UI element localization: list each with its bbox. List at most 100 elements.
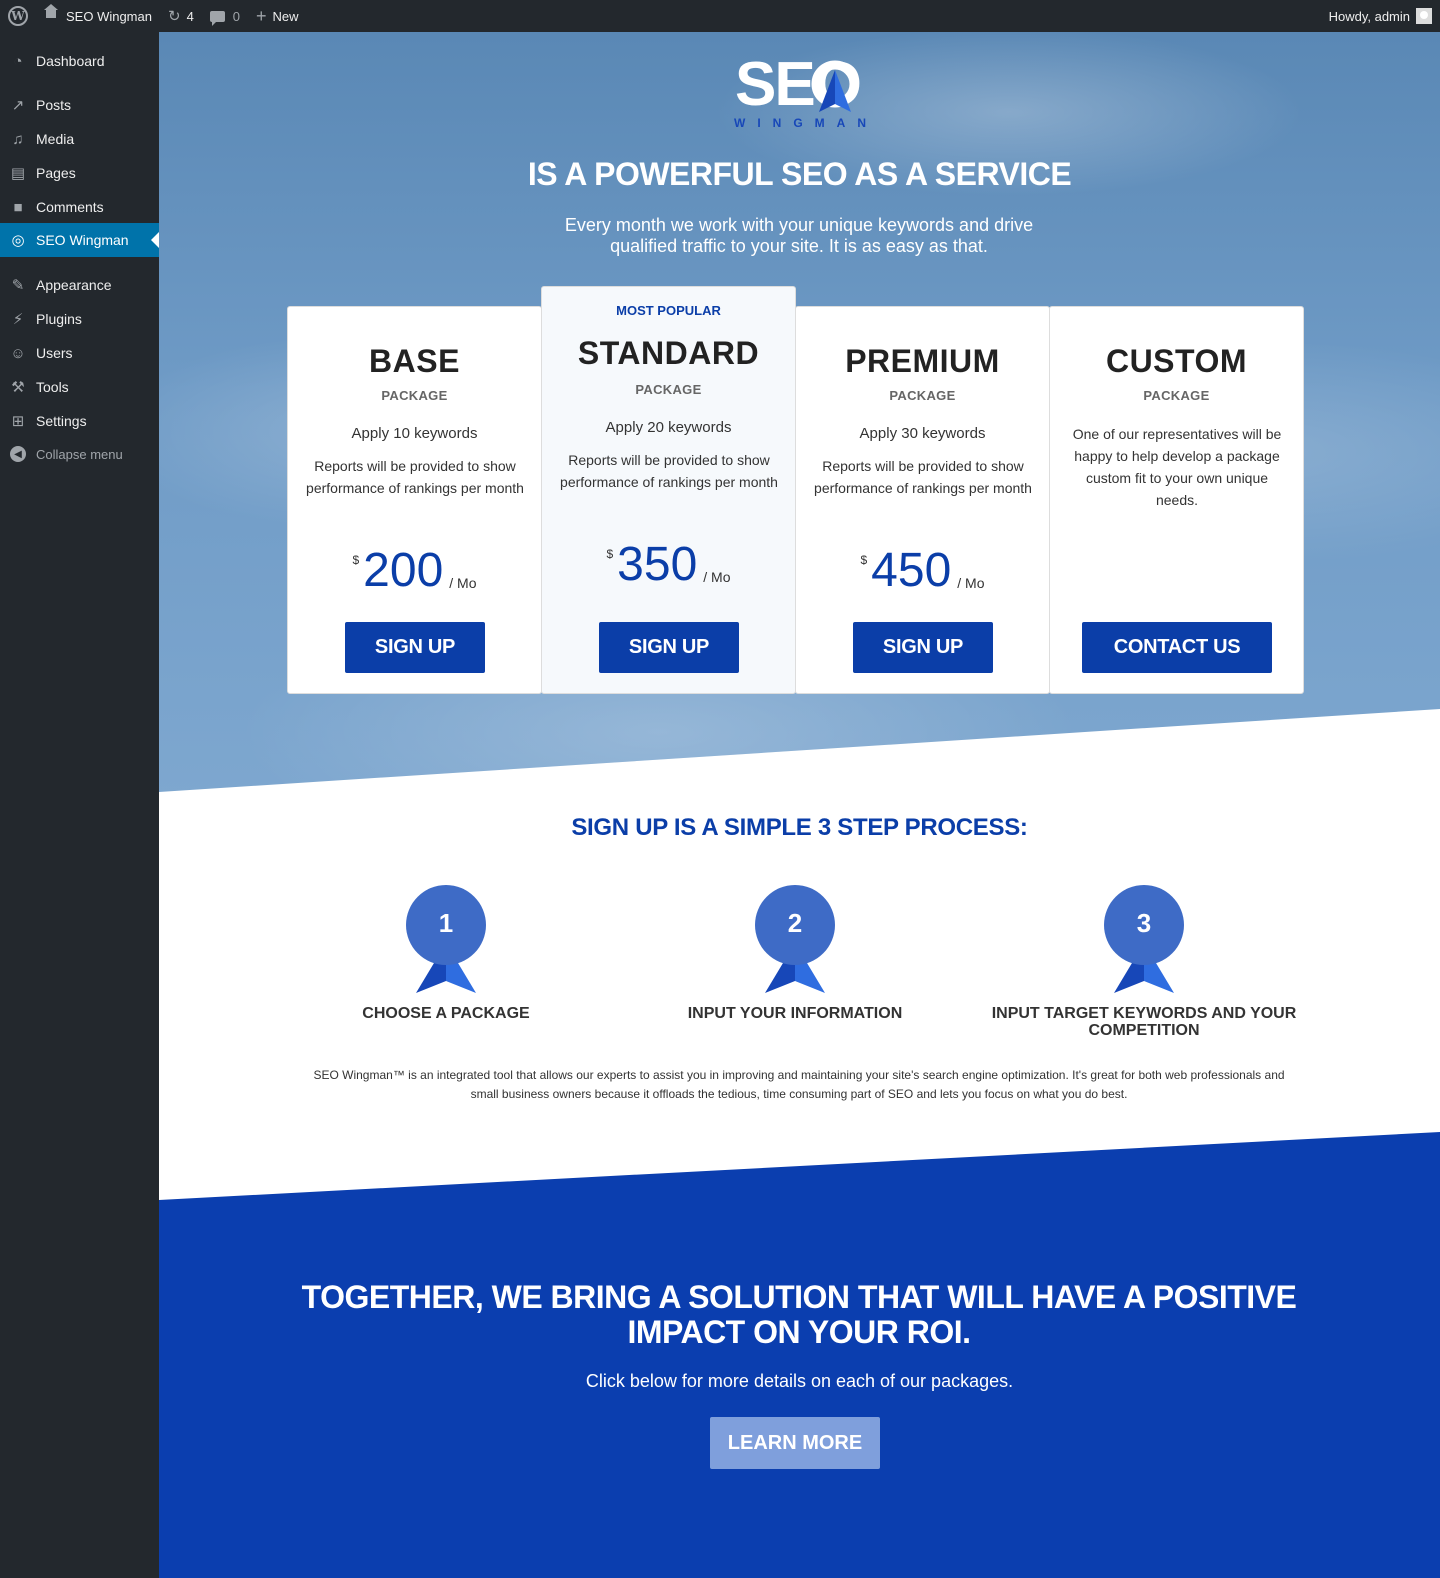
sidebar-item-label: Settings bbox=[36, 413, 87, 429]
step-label: INPUT YOUR INFORMATION bbox=[687, 1005, 903, 1022]
pricing-card-custom: CUSTOM PACKAGE One of our representative… bbox=[1049, 306, 1304, 694]
price-period: / Mo bbox=[449, 575, 477, 591]
sidebar-item-posts[interactable]: ↗ Posts bbox=[0, 88, 159, 122]
media-icon: ♫ bbox=[12, 130, 24, 148]
step-2: 2 INPUT YOUR INFORMATION bbox=[635, 885, 955, 1045]
plus-icon: + bbox=[256, 5, 267, 26]
pin-icon: ↗ bbox=[11, 97, 25, 114]
wrench-icon: ⚒ bbox=[11, 379, 25, 396]
user-icon: ☺ bbox=[10, 344, 26, 362]
package-label: PACKAGE bbox=[381, 388, 448, 403]
sidebar-item-dashboard[interactable]: ◔ Dashboard bbox=[0, 44, 159, 78]
comments-count: 0 bbox=[232, 8, 241, 24]
package-keywords: Apply 10 keywords bbox=[351, 425, 478, 442]
home-icon bbox=[44, 4, 58, 22]
updates-count: 4 bbox=[186, 8, 194, 24]
comments-link[interactable]: 0 bbox=[202, 0, 248, 32]
cta-title: TOGETHER, WE BRING A SOLUTION THAT WILL … bbox=[301, 1279, 1297, 1350]
sidebar-item-users[interactable]: ☺ Users bbox=[0, 336, 159, 370]
package-keywords: Apply 30 keywords bbox=[859, 425, 986, 442]
sidebar-item-media[interactable]: ♫ Media bbox=[0, 122, 159, 156]
sidebar-item-label: Appearance bbox=[36, 277, 112, 293]
my-account-link[interactable]: Howdy, admin bbox=[1321, 0, 1440, 32]
updates-icon: ↻ bbox=[167, 8, 181, 25]
package-label: PACKAGE bbox=[889, 388, 956, 403]
collapse-icon: ◀ bbox=[10, 446, 26, 462]
price-currency: $ bbox=[860, 553, 868, 567]
collapse-label: Collapse menu bbox=[36, 446, 123, 462]
comment-icon: ■ bbox=[13, 198, 23, 216]
sidebar-item-plugins[interactable]: ⚡ Plugins bbox=[0, 302, 159, 336]
sidebar-item-appearance[interactable]: ✎ Appearance bbox=[0, 268, 159, 302]
sign-up-button-premium[interactable]: SIGN UP bbox=[853, 622, 993, 673]
cta-subtitle: Click below for more details on each of … bbox=[585, 1371, 1014, 1391]
cta-section bbox=[159, 1132, 1440, 1578]
sidebar-item-settings[interactable]: ⊞ Settings bbox=[0, 404, 159, 438]
brush-icon: ✎ bbox=[11, 277, 25, 294]
admin-bar: W SEO Wingman ↻ 4 0 + New Howdy, admin bbox=[0, 0, 1440, 32]
sidebar-item-label: Comments bbox=[36, 199, 104, 215]
updates-link[interactable]: ↻ 4 bbox=[160, 0, 202, 32]
package-label: PACKAGE bbox=[635, 382, 702, 397]
most-popular-badge: MOST POPULAR bbox=[616, 303, 721, 318]
site-name-link[interactable]: SEO Wingman bbox=[36, 0, 160, 32]
wordpress-logo-icon: W bbox=[8, 6, 28, 26]
settings-icon: ⊞ bbox=[11, 413, 25, 430]
price-period: / Mo bbox=[703, 569, 731, 585]
sidebar-item-label: Users bbox=[36, 345, 73, 361]
step-number: 3 bbox=[1104, 885, 1184, 965]
site-name: SEO Wingman bbox=[66, 8, 152, 24]
new-content-link[interactable]: + New bbox=[248, 0, 307, 32]
sidebar-item-label: Dashboard bbox=[36, 53, 105, 69]
price-amount: 450 bbox=[871, 544, 952, 597]
sidebar-item-label: SEO Wingman bbox=[36, 232, 129, 248]
wp-logo-menu[interactable]: W bbox=[0, 0, 36, 32]
pages-icon: ▤ bbox=[10, 165, 26, 182]
price-currency: $ bbox=[606, 547, 614, 561]
package-description: Reports will be provided to show perform… bbox=[814, 458, 1032, 496]
package-price: $ 200 / Mo bbox=[288, 545, 541, 597]
price-currency: $ bbox=[352, 553, 360, 567]
hero-subtitle: Every month we work with your unique key… bbox=[564, 215, 1034, 256]
collapse-icon-wrap: ◀ bbox=[0, 446, 36, 462]
price-amount: 200 bbox=[363, 544, 444, 597]
pricing-card-premium: PREMIUM PACKAGE Apply 30 keywords Report… bbox=[795, 306, 1050, 694]
package-name: PREMIUM bbox=[845, 343, 1000, 379]
logo-target-icon bbox=[811, 60, 859, 112]
step-number: 1 bbox=[406, 885, 486, 965]
price-period: / Mo bbox=[957, 575, 985, 591]
package-description: Reports will be provided to show perform… bbox=[306, 458, 524, 496]
dashboard-icon: ◔ bbox=[13, 52, 23, 70]
package-name: CUSTOM bbox=[1105, 343, 1248, 379]
step-number: 2 bbox=[755, 885, 835, 965]
package-name: STANDARD bbox=[577, 335, 760, 371]
step-label: CHOOSE A PACKAGE bbox=[362, 1005, 530, 1022]
sidebar-item-label: Pages bbox=[36, 165, 76, 181]
sidebar-item-seo-wingman[interactable]: ◎ SEO Wingman bbox=[0, 223, 159, 257]
contact-us-button[interactable]: CONTACT US bbox=[1082, 622, 1272, 673]
learn-more-button[interactable]: LEARN MORE bbox=[710, 1417, 880, 1469]
logo-tagline: WINGMAN bbox=[734, 116, 878, 130]
sign-up-button-base[interactable]: SIGN UP bbox=[345, 622, 485, 673]
pricing-card-base: BASE PACKAGE Apply 10 keywords Reports w… bbox=[287, 306, 542, 694]
pricing-card-standard: MOST POPULAR STANDARD PACKAGE Apply 20 k… bbox=[541, 286, 796, 694]
seo-wingman-logo: SEO WINGMAN bbox=[729, 54, 869, 134]
admin-sidebar: ◔ Dashboard ↗ Posts ♫ Media ▤ Pages ■ Co… bbox=[0, 32, 159, 1578]
greeting: Howdy, admin bbox=[1328, 8, 1410, 24]
package-keywords: Apply 20 keywords bbox=[605, 419, 732, 436]
package-price: $ 350 / Mo bbox=[542, 539, 795, 591]
sidebar-item-comments[interactable]: ■ Comments bbox=[0, 190, 159, 224]
sidebar-item-label: Plugins bbox=[36, 311, 82, 327]
sidebar-item-pages[interactable]: ▤ Pages bbox=[0, 156, 159, 190]
sign-up-button-standard[interactable]: SIGN UP bbox=[599, 622, 739, 673]
sidebar-item-label: Media bbox=[36, 131, 75, 147]
step-3: 3 INPUT TARGET KEYWORDS AND YOUR COMPETI… bbox=[984, 885, 1304, 1045]
about-text: SEO Wingman™ is an integrated tool that … bbox=[313, 1068, 1285, 1101]
main-content: SEO WINGMAN IS A POWERFUL SEO AS A SERVI… bbox=[159, 32, 1440, 1578]
collapse-menu-button[interactable]: ◀ Collapse menu bbox=[0, 437, 159, 471]
sidebar-item-tools[interactable]: ⚒ Tools bbox=[0, 370, 159, 404]
package-label: PACKAGE bbox=[1143, 388, 1210, 403]
avatar bbox=[1416, 8, 1432, 24]
package-description: Reports will be provided to show perform… bbox=[560, 452, 778, 490]
package-price: $ 450 / Mo bbox=[796, 545, 1049, 597]
